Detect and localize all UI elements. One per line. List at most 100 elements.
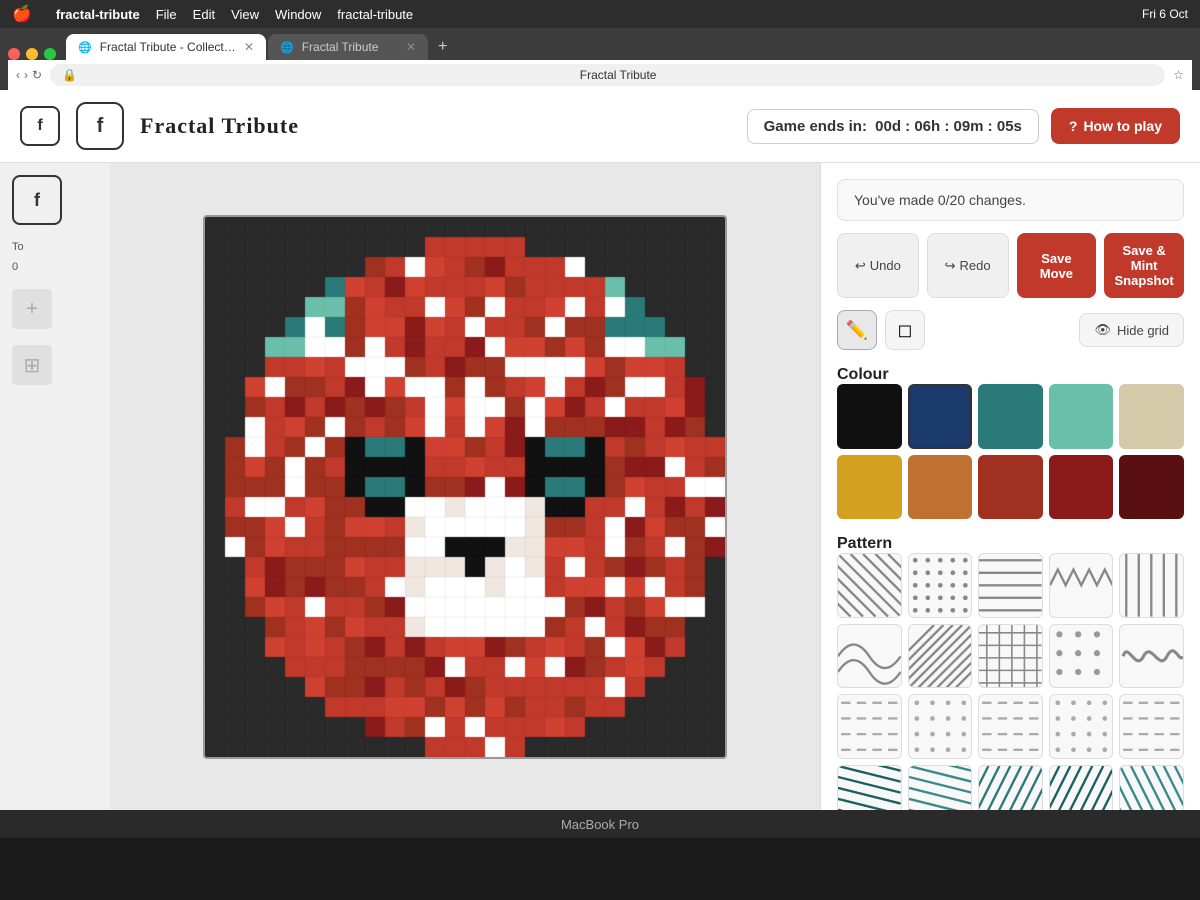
bookmark-icon[interactable]: ☆ (1173, 68, 1184, 82)
forward-button[interactable]: › (24, 68, 28, 82)
undo-label: Undo (870, 258, 901, 273)
pattern-swatch-p6[interactable] (837, 624, 902, 689)
save-move-button[interactable]: Save Move (1017, 233, 1097, 298)
pattern-swatch-p3[interactable] (978, 553, 1043, 618)
pattern-swatch-p20[interactable] (1119, 765, 1184, 810)
sidebar-add-icon[interactable]: + (12, 289, 52, 329)
address-bar-row: ‹ › ↻ 🔒 Fractal Tribute ☆ (8, 60, 1192, 90)
redo-label: Redo (960, 258, 991, 273)
pattern-swatch-p18[interactable] (978, 765, 1043, 810)
sidebar-logo: f (12, 175, 62, 225)
pattern-swatch-p9[interactable] (1049, 624, 1114, 689)
colour-swatch-dark-blue[interactable] (908, 384, 973, 449)
apple-menu[interactable]: 🍎 (12, 4, 32, 24)
menu-edit[interactable]: Edit (193, 7, 215, 22)
sidebar-top-label: To (12, 241, 98, 253)
pattern-swatch-p12[interactable] (908, 694, 973, 759)
menu-window[interactable]: Window (275, 7, 321, 22)
lock-icon: 🔒 (62, 68, 77, 82)
page-title: Fractal Tribute (83, 68, 1153, 82)
colour-section: Colour (837, 362, 1184, 519)
app-container: f f Fractal Tribute Game ends in: 00d : … (0, 90, 1200, 810)
pattern-swatch-p8[interactable] (978, 624, 1043, 689)
pattern-swatch-p17[interactable] (908, 765, 973, 810)
right-panel: You've made 0/20 changes. ↩ Undo ↪ Redo … (820, 163, 1200, 810)
macbook-label: MacBook Pro (561, 817, 639, 832)
redo-button[interactable]: ↪ Redo (927, 233, 1009, 298)
pattern-swatch-p5[interactable] (1119, 553, 1184, 618)
sidebar-grid-icon[interactable]: ⊞ (12, 345, 52, 385)
colour-swatch-black[interactable] (837, 384, 902, 449)
undo-button[interactable]: ↩ Undo (837, 233, 919, 298)
tab-close-1[interactable]: ✕ (244, 40, 254, 54)
tab-2[interactable]: 🌐 Fractal Tribute ✕ (268, 34, 428, 60)
tab-bar: 🌐 Fractal Tribute - Collection | C... ✕ … (8, 34, 1192, 60)
new-tab-button[interactable]: + (430, 34, 455, 60)
redo-icon: ↪ (945, 258, 956, 274)
menu-view[interactable]: View (231, 7, 259, 22)
menu-file[interactable]: File (156, 7, 177, 22)
eraser-tool[interactable]: ◻ (885, 310, 925, 350)
colour-swatch-orange-brown[interactable] (908, 455, 973, 520)
menu-fractal[interactable]: fractal-tribute (337, 7, 413, 22)
colour-swatch-teal[interactable] (978, 384, 1043, 449)
address-bar[interactable]: 🔒 Fractal Tribute (50, 64, 1165, 86)
how-to-play-label: How to play (1083, 118, 1162, 134)
pattern-swatch-p19[interactable] (1049, 765, 1114, 810)
tab-label-1: Fractal Tribute - Collection | C... (100, 40, 236, 54)
app-logo-main: f (76, 102, 124, 150)
pattern-swatch-p14[interactable] (1049, 694, 1114, 759)
pattern-swatch-p15[interactable] (1119, 694, 1184, 759)
tab-close-2[interactable]: ✕ (406, 40, 416, 54)
colour-grid (837, 384, 1184, 519)
colour-swatch-dark-red[interactable] (1049, 455, 1114, 520)
save-mint-button[interactable]: Save & Mint Snapshot (1104, 233, 1184, 298)
changes-text: You've made 0/20 changes. (854, 192, 1026, 208)
nav-buttons: ‹ › ↻ (16, 68, 42, 82)
eraser-icon: ◻ (898, 320, 913, 341)
pattern-label: Pattern (837, 535, 1184, 553)
colour-swatch-maroon[interactable] (1119, 455, 1184, 520)
canvas-area[interactable] (110, 163, 820, 810)
tab-active[interactable]: 🌐 Fractal Tribute - Collection | C... ✕ (66, 34, 266, 60)
pattern-swatch-p7[interactable] (908, 624, 973, 689)
save-label: Save Move (1040, 251, 1073, 281)
colour-swatch-brick-red[interactable] (978, 455, 1043, 520)
timer-value: 00d : 06h : 09m : 05s (875, 118, 1022, 135)
app-title: Fractal Tribute (140, 113, 299, 139)
pattern-grid (837, 553, 1184, 810)
maximize-button[interactable] (44, 48, 56, 60)
how-to-play-button[interactable]: ? How to play (1051, 108, 1180, 144)
timer-badge: Game ends in: 00d : 06h : 09m : 05s (747, 109, 1039, 144)
close-button[interactable] (8, 48, 20, 60)
pixel-canvas[interactable] (203, 215, 727, 759)
back-button[interactable]: ‹ (16, 68, 20, 82)
refresh-button[interactable]: ↻ (32, 68, 42, 82)
pencil-icon: ✏️ (846, 320, 868, 341)
action-buttons: ↩ Undo ↪ Redo Save Move Save & Mint Snap… (837, 233, 1184, 298)
app-name: fractal-tribute (56, 7, 140, 22)
sidebar-count: 0 (12, 261, 98, 273)
pattern-swatch-p4[interactable] (1049, 553, 1114, 618)
main-content: f To 0 + ⊞ You've made 0/20 changes. ↩ U… (0, 163, 1200, 810)
hide-grid-button[interactable]: 👁 Hide grid (1079, 313, 1184, 347)
left-sidebar: f To 0 + ⊞ (0, 163, 110, 810)
colour-swatch-gold[interactable] (837, 455, 902, 520)
pencil-tool[interactable]: ✏️ (837, 310, 877, 350)
colour-swatch-cream[interactable] (1119, 384, 1184, 449)
pattern-swatch-p16[interactable] (837, 765, 902, 810)
pattern-section: Pattern (837, 531, 1184, 810)
tool-row: ✏️ ◻ 👁 Hide grid (837, 310, 1184, 350)
pattern-swatch-p1[interactable] (837, 553, 902, 618)
bottom-bar: MacBook Pro (0, 810, 1200, 838)
colour-swatch-mint[interactable] (1049, 384, 1114, 449)
pattern-swatch-p2[interactable] (908, 553, 973, 618)
pattern-swatch-p13[interactable] (978, 694, 1043, 759)
undo-icon: ↩ (855, 258, 866, 274)
pattern-swatch-p10[interactable] (1119, 624, 1184, 689)
minimize-button[interactable] (26, 48, 38, 60)
browser-chrome: 🌐 Fractal Tribute - Collection | C... ✕ … (0, 28, 1200, 90)
changes-notice: You've made 0/20 changes. (837, 179, 1184, 221)
question-icon: ? (1069, 118, 1078, 134)
pattern-swatch-p11[interactable] (837, 694, 902, 759)
